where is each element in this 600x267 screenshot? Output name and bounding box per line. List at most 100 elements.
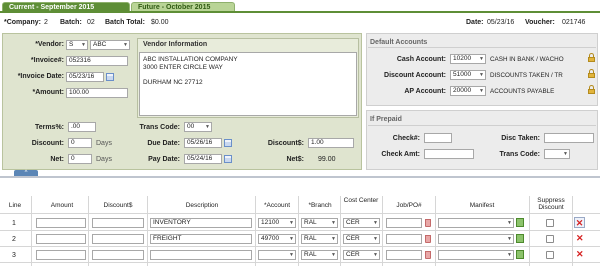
prepaid-trans-code-select[interactable]: ▼: [544, 149, 570, 159]
suppress-discount-checkbox[interactable]: [546, 251, 554, 259]
net-days-input[interactable]: 0: [68, 154, 92, 164]
row-discount-input[interactable]: [92, 218, 144, 228]
lock-icon[interactable]: [588, 69, 595, 78]
chevron-down-icon: ▼: [507, 252, 512, 258]
chevron-down-icon: ▼: [289, 252, 294, 258]
row-cost-center-select[interactable]: CER ▼: [343, 234, 380, 244]
vendor-address-line: DURHAM NC 27712: [143, 78, 203, 86]
if-prepaid-title: If Prepaid: [370, 116, 402, 123]
row-account-select[interactable]: 49700 ▼: [258, 234, 296, 244]
row-account-select[interactable]: ▼: [258, 250, 296, 260]
delete-row-icon[interactable]: ✕: [574, 217, 585, 228]
row-manifest-select[interactable]: ▼: [438, 250, 514, 260]
due-date-input[interactable]: 05/26/16: [184, 138, 222, 148]
disc-taken-label: Disc Taken:: [501, 135, 540, 142]
column-separator: [340, 196, 341, 266]
vendor-address: ABC INSTALLATION COMPANY 3000 ENTER CIRC…: [139, 52, 357, 116]
row-amount-input[interactable]: [36, 250, 86, 260]
row-line: [0, 262, 600, 263]
invoice-date-input[interactable]: 05/23/16: [66, 72, 104, 82]
invoice-number-input[interactable]: 052316: [66, 56, 128, 66]
chevron-down-icon: ▼: [331, 252, 336, 258]
header-line: Line: [8, 202, 22, 209]
header-branch: *Branch: [308, 202, 332, 209]
check-number-input[interactable]: [424, 133, 452, 143]
row-branch-select[interactable]: RAL ▼: [301, 234, 338, 244]
column-separator: [572, 196, 573, 266]
grid-header-line: [0, 213, 600, 214]
row-amount-input[interactable]: [36, 218, 86, 228]
row-manifest-select[interactable]: ▼: [438, 234, 514, 244]
row-job-po-input[interactable]: [386, 234, 422, 244]
row-cost-center-select[interactable]: CER ▼: [343, 218, 380, 228]
row-description-input[interactable]: [150, 250, 252, 260]
row-amount-input[interactable]: [36, 234, 86, 244]
check-amount-label: Check Amt:: [381, 151, 420, 158]
vendor-type-select[interactable]: S ▼: [66, 40, 88, 50]
trans-code-select[interactable]: 00 ▼: [184, 122, 212, 132]
suppress-discount-checkbox[interactable]: [546, 235, 554, 243]
row-manifest-select[interactable]: ▼: [438, 218, 514, 228]
row-account-select[interactable]: 12100 ▼: [258, 218, 296, 228]
amount-input[interactable]: 100.00: [66, 88, 128, 98]
batch-total-label: Batch Total:: [105, 19, 145, 26]
vendor-code-select[interactable]: ABC ▼: [90, 40, 130, 50]
header-cost-center: Cost Center: [343, 197, 379, 204]
clear-icon[interactable]: [425, 235, 431, 243]
row-branch-select[interactable]: RAL ▼: [301, 218, 338, 228]
chevron-down-icon: ▼: [123, 42, 128, 48]
divider: [368, 47, 596, 48]
due-date-label: Due Date:: [147, 140, 180, 147]
vendor-label: *Vendor:: [35, 41, 64, 48]
net-days-unit: Days: [96, 156, 112, 163]
chevron-down-icon: ▼: [331, 236, 336, 242]
discount-account-select[interactable]: 51000 ▼: [450, 70, 486, 80]
default-accounts-title: Default Accounts: [370, 39, 428, 46]
row-cost-center-select[interactable]: CER ▼: [343, 250, 380, 260]
pay-date-input[interactable]: 05/24/16: [184, 154, 222, 164]
lock-icon[interactable]: [588, 85, 595, 94]
discount-days-input[interactable]: 0: [68, 138, 92, 148]
discount-account-name: DISCOUNTS TAKEN / TR: [490, 72, 563, 79]
cash-account-select[interactable]: 10200 ▼: [450, 54, 486, 64]
disc-taken-input[interactable]: [544, 133, 594, 143]
discount-account-code: 51000: [453, 71, 472, 78]
calendar-icon[interactable]: [106, 73, 114, 81]
delete-row-icon[interactable]: ✕: [576, 234, 584, 243]
row-discount-input[interactable]: [92, 250, 144, 260]
chevron-down-icon: ▼: [563, 151, 568, 157]
chevron-down-icon: ▼: [479, 88, 484, 94]
batch-label: Batch:: [60, 19, 82, 26]
suppress-discount-checkbox[interactable]: [546, 219, 554, 227]
line-number: 2: [12, 236, 16, 243]
discount-amount-input[interactable]: 1.00: [308, 138, 354, 148]
notes-icon[interactable]: [516, 250, 524, 259]
row-branch-value: RAL: [304, 235, 317, 242]
row-discount-input[interactable]: [92, 234, 144, 244]
row-branch-select[interactable]: RAL ▼: [301, 250, 338, 260]
delete-row-icon[interactable]: ✕: [576, 250, 584, 259]
lock-icon[interactable]: [588, 53, 595, 62]
column-separator: [435, 196, 436, 266]
vendor-address-line: 3000 ENTER CIRCLE WAY: [143, 63, 223, 71]
ap-account-select[interactable]: 20000 ▼: [450, 86, 486, 96]
row-description-input[interactable]: INVENTORY: [150, 218, 252, 228]
clear-icon[interactable]: [425, 219, 431, 227]
check-amount-input[interactable]: [424, 149, 474, 159]
row-job-po-input[interactable]: [386, 250, 422, 260]
row-job-po-input[interactable]: [386, 218, 422, 228]
terms-input[interactable]: .00: [68, 122, 96, 132]
calendar-icon[interactable]: [224, 139, 232, 147]
chevron-down-icon: ▼: [331, 220, 336, 226]
row-description-input[interactable]: FREIGHT: [150, 234, 252, 244]
discount-days-unit: Days: [96, 140, 112, 147]
calendar-icon[interactable]: [224, 155, 232, 163]
date-label: Date:: [466, 19, 484, 26]
clear-icon[interactable]: [425, 251, 431, 259]
cash-account-label: Cash Account:: [396, 56, 446, 63]
chevron-down-icon: ▼: [507, 236, 512, 242]
net-amount-value: 99.00: [318, 156, 336, 163]
notes-icon[interactable]: [516, 218, 524, 227]
header-suppress-discount: Suppress Discount: [537, 197, 565, 211]
notes-icon[interactable]: [516, 234, 524, 243]
